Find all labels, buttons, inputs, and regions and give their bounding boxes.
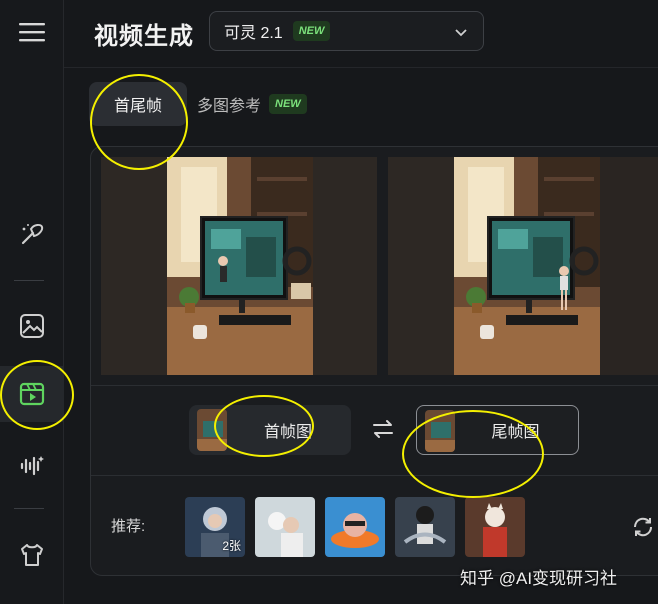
model-select[interactable]: 可灵 2.1 NEW bbox=[209, 11, 484, 51]
recommend-thumbnail[interactable]: 2张 bbox=[185, 497, 245, 557]
sidebar-item-video[interactable] bbox=[0, 366, 64, 422]
menu-icon bbox=[19, 23, 45, 42]
recommend-label: 推荐: bbox=[111, 518, 146, 535]
sidebar bbox=[0, 0, 64, 604]
last-frame-preview[interactable] bbox=[388, 157, 658, 375]
last-frame-slot[interactable]: 尾帧图 bbox=[416, 405, 579, 455]
sidebar-item-magic-brush[interactable] bbox=[0, 206, 64, 262]
model-name: 可灵 2.1 bbox=[224, 25, 283, 42]
last-frame-label: 尾帧图 bbox=[491, 424, 540, 441]
magic-brush-icon bbox=[21, 223, 44, 245]
header: 视频生成 可灵 2.1 NEW bbox=[64, 0, 658, 68]
first-frame-image bbox=[101, 157, 377, 375]
video-icon bbox=[19, 382, 45, 406]
watermark: 知乎 @AI变现研习社 bbox=[460, 569, 618, 588]
tab-first-last-frame[interactable]: 首尾帧 bbox=[89, 82, 187, 126]
swap-icon[interactable] bbox=[371, 417, 395, 441]
frame-panel: 首帧图 尾帧图 推荐: 2张 bbox=[90, 146, 658, 576]
chevron-down-icon bbox=[455, 29, 467, 37]
first-frame-label: 首帧图 bbox=[263, 424, 312, 441]
refresh-icon[interactable] bbox=[631, 515, 655, 539]
audio-wave-icon bbox=[20, 456, 44, 476]
tab-multi-image-reference[interactable]: 多图参考 NEW bbox=[197, 82, 307, 126]
sidebar-item-tryon[interactable] bbox=[0, 527, 64, 583]
sidebar-item-image[interactable] bbox=[0, 298, 64, 354]
recommend-thumbnail[interactable] bbox=[255, 497, 315, 557]
last-frame-image bbox=[388, 157, 658, 375]
tab-label: 多图参考 bbox=[197, 98, 262, 115]
recommend-count: 2张 bbox=[222, 539, 241, 553]
menu-button[interactable] bbox=[0, 4, 64, 60]
image-icon bbox=[20, 314, 44, 338]
first-frame-slot[interactable]: 首帧图 bbox=[189, 405, 351, 455]
first-frame-preview[interactable] bbox=[101, 157, 377, 375]
new-badge: NEW bbox=[269, 94, 307, 114]
page-title: 视频生成 bbox=[94, 23, 194, 50]
new-badge: NEW bbox=[292, 21, 331, 41]
recommend-thumbnail[interactable] bbox=[465, 497, 525, 557]
recommend-thumbnail[interactable] bbox=[325, 497, 385, 557]
sidebar-item-audio[interactable] bbox=[0, 438, 64, 494]
shirt-icon bbox=[21, 544, 43, 566]
recommend-thumbnail[interactable] bbox=[395, 497, 455, 557]
